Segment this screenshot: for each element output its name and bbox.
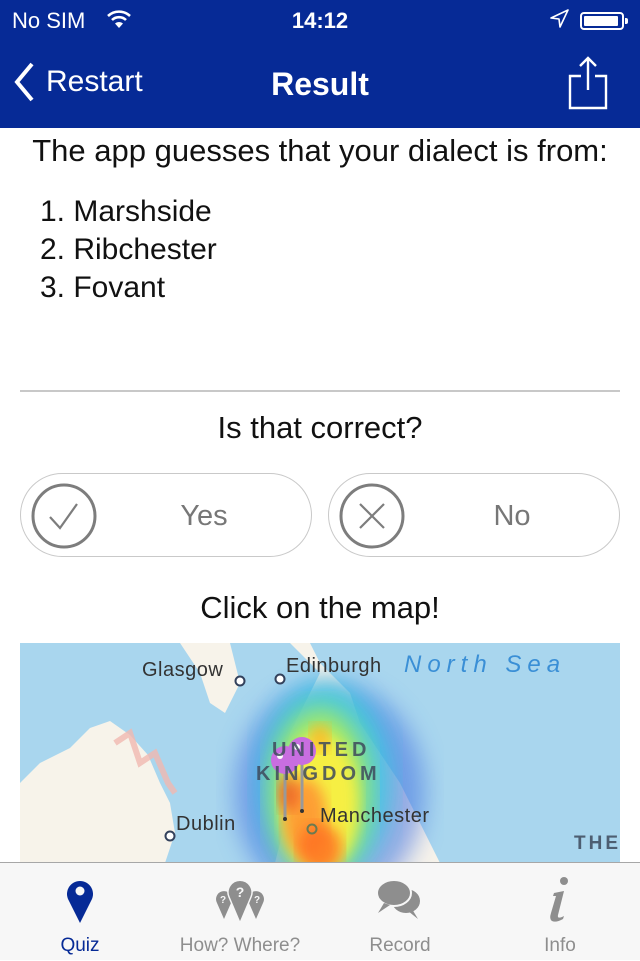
cross-circle-icon	[339, 483, 405, 549]
speech-bubbles-icon	[376, 879, 420, 919]
edinburgh-marker	[274, 673, 286, 685]
tab-label: Quiz	[60, 935, 100, 956]
svg-text:?: ?	[236, 884, 245, 900]
guess-item: 2. Ribchester	[40, 233, 217, 266]
map-label-north-sea: North Sea	[404, 651, 567, 678]
clock: 14:12	[291, 8, 349, 33]
map-label-glasgow: Glasgow	[142, 659, 224, 681]
svg-text:?: ?	[254, 895, 260, 906]
chevron-left-icon	[14, 62, 34, 102]
map-label-netherlands: THE	[574, 833, 620, 854]
no-button[interactable]: No	[328, 473, 620, 557]
status-bar: No SIM 14:12	[0, 0, 640, 40]
tab-label: Info	[544, 935, 576, 956]
tab-info[interactable]: Info	[480, 863, 640, 961]
map-prompt: Click on the map!	[200, 590, 440, 625]
dublin-marker	[164, 830, 176, 842]
divider	[20, 390, 620, 392]
share-icon[interactable]	[566, 54, 610, 110]
restart-label: Restart	[46, 65, 143, 98]
question-pins-icon: ? ? ?	[216, 879, 264, 925]
guess-item: 1. Marshside	[40, 195, 212, 228]
navigation-bar: Restart Result	[0, 40, 640, 128]
tab-bar: Quiz ? ? ? How? Where? Record Info	[0, 862, 640, 960]
correct-question: Is that correct?	[217, 410, 423, 445]
yes-label: Yes	[180, 500, 228, 532]
restart-button[interactable]: Restart	[12, 60, 143, 104]
no-label: No	[493, 500, 531, 532]
guesses-list: 1. Marshside 2. Ribchester 3. Fovant	[40, 193, 640, 307]
map-label-united: UNITED	[272, 739, 371, 761]
tab-quiz[interactable]: Quiz	[0, 863, 160, 961]
info-icon	[550, 877, 568, 922]
tab-how-where[interactable]: ? ? ? How? Where?	[160, 863, 320, 961]
glasgow-marker	[234, 675, 246, 687]
tab-label: How? Where?	[179, 935, 301, 956]
header: No SIM 14:12 Restart Result	[0, 0, 640, 128]
map-label-manchester: Manchester	[320, 805, 430, 827]
guess-item: 3. Fovant	[40, 271, 166, 304]
tab-label: Record	[369, 935, 431, 956]
checkmark-circle-icon	[31, 483, 97, 549]
map-label-kingdom: KINGDOM	[256, 763, 381, 785]
heatmap-map[interactable]: Glasgow Edinburgh North Sea UNITED KINGD…	[20, 643, 620, 863]
location-arrow-icon	[550, 9, 569, 28]
result-intro: The app guesses that your dialect is fro…	[32, 133, 608, 168]
tab-record[interactable]: Record	[320, 863, 480, 961]
ireland-landmass	[20, 721, 175, 863]
yes-button[interactable]: Yes	[20, 473, 312, 557]
map-label-edinburgh: Edinburgh	[286, 655, 382, 677]
map-pin-icon	[67, 881, 93, 923]
svg-text:?: ?	[220, 895, 226, 906]
map-label-dublin: Dublin	[176, 813, 236, 835]
battery-icon	[580, 12, 628, 30]
result-content: The app guesses that your dialect is fro…	[0, 128, 640, 625]
